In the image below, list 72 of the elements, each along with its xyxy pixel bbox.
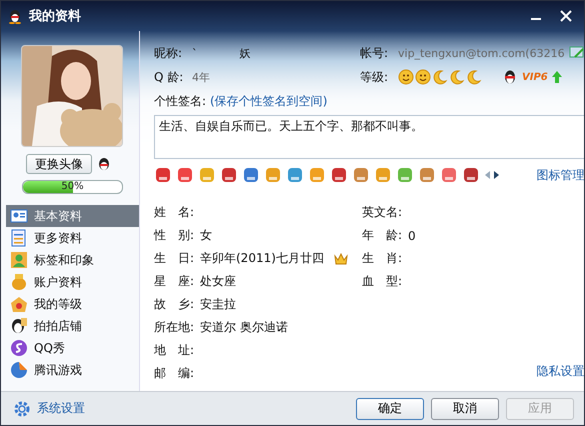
vip-label: VIP6 <box>522 72 548 82</box>
system-settings-link[interactable]: 系统设置 <box>13 400 85 418</box>
badge-icon[interactable] <box>418 166 436 184</box>
field-value: 安圭拉 <box>200 296 236 313</box>
field-value: 女 <box>200 227 212 244</box>
field-value: 辛卯年(2011)七月廿四 <box>200 250 324 267</box>
badge-icon[interactable] <box>330 166 348 184</box>
field-value: 处女座 <box>200 273 236 290</box>
sidebar-item[interactable]: 基本资料 <box>6 205 139 227</box>
sidebar-item[interactable]: 我的等级 <box>6 293 139 315</box>
icon-manage-link[interactable]: 图标管理 <box>536 166 584 184</box>
scroll-arrows-icon[interactable] <box>484 170 500 180</box>
field-label: 故 乡: <box>154 296 196 313</box>
nickname-value: ` 妖 <box>192 46 252 60</box>
badge-icon[interactable] <box>286 166 304 184</box>
field-label: 星 座: <box>154 273 196 290</box>
gear-icon <box>13 400 31 418</box>
badge-icon[interactable] <box>462 166 480 184</box>
penguin-icon <box>502 69 518 85</box>
penguin-icon <box>10 317 28 335</box>
sidebar-item[interactable]: 更多资料 <box>6 227 139 249</box>
field-label: 生 肖: <box>362 250 404 267</box>
level-label: 等级: <box>360 68 390 86</box>
doc-icon <box>10 229 28 247</box>
moon-icon <box>466 69 482 85</box>
field-label: 生 日: <box>154 250 196 267</box>
person-icon <box>10 251 28 269</box>
badge-icon[interactable] <box>242 166 260 184</box>
card-icon <box>10 207 28 225</box>
signature-label: 个性签名: <box>154 92 206 110</box>
dialog-button[interactable]: 取消 <box>431 398 499 420</box>
field-label: 年 龄: <box>362 227 404 244</box>
field-label: 邮 编: <box>154 365 196 382</box>
save-signature-link[interactable]: (保存个性签名到空间) <box>210 92 328 110</box>
badge-icon[interactable] <box>220 166 238 184</box>
field-label: 地 址: <box>154 342 196 359</box>
field-label: 所在地: <box>154 319 196 336</box>
account-label: 帐号: <box>360 44 390 62</box>
window-title: 我的资料 <box>29 8 81 25</box>
account-value: vip_tengxun@tom.com(63216 <box>398 46 565 60</box>
smiley-icon <box>415 69 431 85</box>
moon-icon <box>449 69 465 85</box>
penguin-icon[interactable] <box>96 156 112 172</box>
field-label: 姓 名: <box>154 204 196 221</box>
q-age-label: Q 龄: <box>154 68 184 86</box>
edit-icon[interactable] <box>568 46 584 60</box>
field-label: 英文名: <box>362 204 404 221</box>
badge-icon[interactable] <box>352 166 370 184</box>
up-arrow-icon <box>552 71 562 83</box>
q-age-value: 4年 <box>192 70 211 84</box>
dialog-button[interactable]: 确定 <box>356 398 424 420</box>
sidebar-item[interactable]: 拍拍店铺 <box>6 315 139 337</box>
privacy-settings-link[interactable]: 隐私设置 <box>536 363 584 380</box>
field-label: 性 别: <box>154 227 196 244</box>
nickname-label: 昵称: <box>154 44 184 62</box>
field-label: 血 型: <box>362 273 404 290</box>
signature-field[interactable]: 生活、自娱自乐而已。天上五个字、那都不叫事。 <box>154 115 584 159</box>
change-avatar-button[interactable]: 更换头像 <box>26 154 92 174</box>
swirl-icon <box>10 339 28 357</box>
smiley-icon <box>398 69 414 85</box>
penguin-icon <box>7 8 23 24</box>
sidebar-item[interactable]: QQ秀 <box>6 337 139 359</box>
sidebar-item[interactable]: 标签和印象 <box>6 249 139 271</box>
field-value: 安道尔 奥尔迪诺 <box>200 319 288 336</box>
field-value: 0 <box>408 228 416 242</box>
badge-icon[interactable] <box>440 166 458 184</box>
sidebar-item[interactable]: 账户资料 <box>6 271 139 293</box>
badge-icon[interactable] <box>176 166 194 184</box>
sidebar-item[interactable]: 腾讯游戏 <box>6 359 139 381</box>
badge-icon[interactable] <box>396 166 414 184</box>
badge-icon[interactable] <box>154 166 172 184</box>
moon-icon <box>432 69 448 85</box>
